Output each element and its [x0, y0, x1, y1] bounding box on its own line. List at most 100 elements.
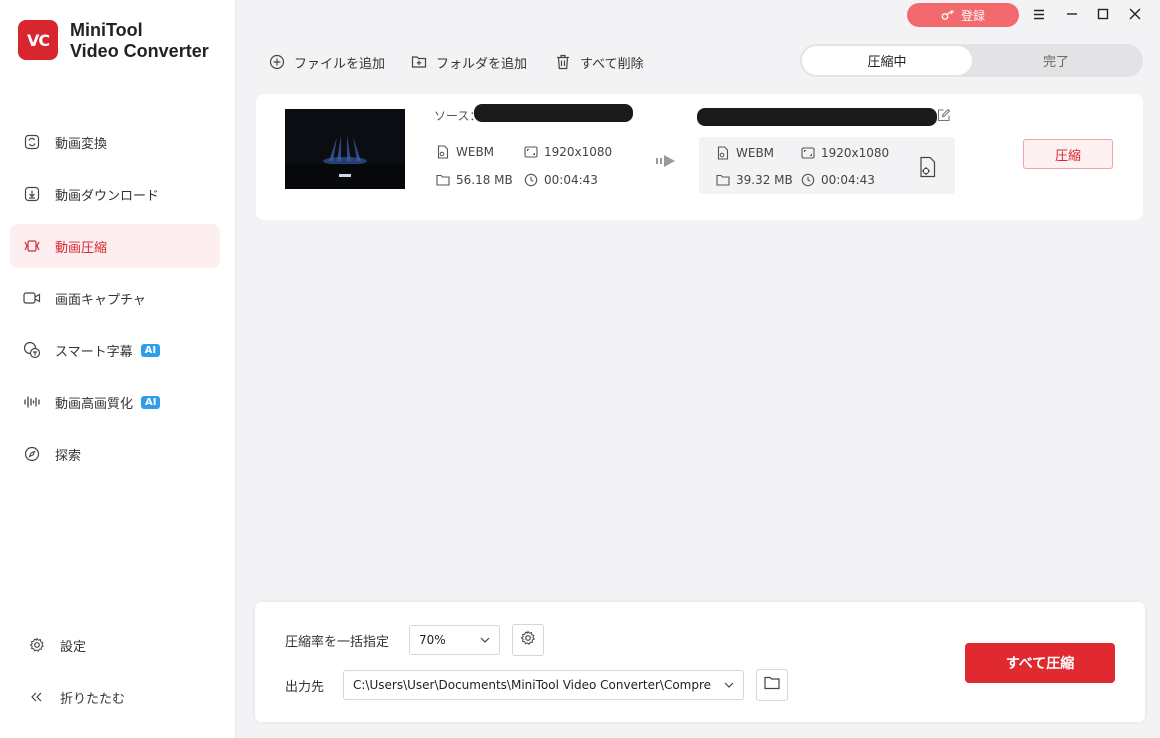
brand-line-1: MiniTool [70, 20, 143, 40]
ratio-settings-button[interactable] [512, 624, 544, 656]
folder-icon [716, 173, 730, 187]
bottom-panel: 圧縮率を一括指定 70% 出力先 C:\Users\User\Documents… [255, 602, 1145, 722]
output-size: 39.32 MB [716, 173, 793, 187]
collapse-button[interactable]: 折りたたむ [10, 677, 220, 717]
edit-icon [937, 108, 951, 126]
sidebar-item-label: 動画圧縮 [55, 240, 108, 256]
settings-button[interactable]: 設定 [10, 625, 220, 665]
format-value: WEBM [736, 146, 775, 160]
ai-badge: AI [141, 395, 161, 409]
folder-icon [436, 173, 450, 187]
size-value: 39.32 MB [736, 173, 793, 187]
compress-label: 圧縮 [1054, 148, 1081, 164]
trash-icon [554, 53, 572, 71]
size-value: 56.18 MB [456, 173, 513, 187]
sidebar-item-explore[interactable]: 探索 [10, 432, 220, 476]
file-format-icon [716, 146, 730, 160]
download-icon [23, 185, 41, 203]
add-folder-button[interactable]: フォルダを追加 [410, 52, 527, 72]
ratio-value: 70% [419, 633, 446, 647]
sidebar-item-label: 探索 [55, 448, 82, 464]
add-file-button[interactable]: ファイルを追加 [268, 52, 385, 72]
resolution-icon [801, 146, 815, 160]
output-resolution: 1920x1080 [801, 146, 889, 160]
sidebar-item-video-enhance[interactable]: 動画高画質化 AI [10, 380, 220, 424]
maximize-icon [1097, 8, 1109, 24]
arrow-right-icon [655, 152, 677, 174]
source-size: 56.18 MB [436, 173, 513, 187]
add-file-label: ファイルを追加 [294, 56, 386, 72]
subtitle-icon [23, 341, 41, 359]
brand-line-2: Video Converter [70, 41, 209, 61]
sidebar-item-video-compress[interactable]: 動画圧縮 [10, 224, 220, 268]
status-tabs: 圧縮中 完了 [800, 44, 1143, 77]
compress-all-button[interactable]: すべて圧縮 [965, 643, 1115, 683]
sidebar-item-screen-capture[interactable]: 画面キャプチャ [10, 276, 220, 320]
output-duration: 00:04:43 [801, 173, 875, 187]
output-label: 出力先 [285, 680, 325, 695]
app-logo: VC [18, 20, 58, 60]
video-thumbnail[interactable] [285, 109, 405, 189]
add-folder-label: フォルダを追加 [436, 56, 528, 72]
delete-all-button[interactable]: すべて削除 [554, 52, 644, 72]
compress-all-label: すべて圧縮 [1005, 656, 1075, 672]
source-resolution: 1920x1080 [524, 145, 612, 159]
folder-plus-icon [410, 53, 428, 71]
edit-filename-button[interactable] [937, 108, 951, 126]
output-path-value: C:\Users\User\Documents\MiniTool Video C… [353, 678, 712, 692]
minimize-icon [1066, 8, 1078, 24]
gear-icon [520, 630, 536, 650]
sidebar-item-video-convert[interactable]: 動画変換 [10, 120, 220, 164]
source-filename-redacted [474, 104, 633, 122]
duration-value: 00:04:43 [821, 173, 875, 187]
maximize-button[interactable] [1093, 6, 1113, 26]
sidebar-item-video-download[interactable]: 動画ダウンロード [10, 172, 220, 216]
duration-value: 00:04:43 [544, 173, 598, 187]
tab-compressing[interactable]: 圧縮中 [802, 46, 972, 75]
logo-text: VC [26, 30, 50, 50]
sidebar-item-label: 動画ダウンロード [55, 188, 160, 204]
minimize-button[interactable] [1062, 6, 1082, 26]
hamburger-icon [1033, 9, 1045, 24]
sidebar-item-label: 画面キャプチャ [55, 292, 146, 308]
sidebar-item-label: 動画高画質化 [55, 396, 134, 412]
output-info-box: WEBM 1920x1080 39.32 MB 00:04:43 [699, 137, 955, 194]
settings-label: 設定 [60, 639, 87, 655]
menu-button[interactable] [1029, 6, 1049, 26]
convert-icon [23, 133, 41, 151]
chevron-down-icon [479, 634, 491, 646]
resolution-value: 1920x1080 [544, 145, 613, 159]
close-button[interactable] [1125, 6, 1145, 26]
sidebar: VC MiniTool Video Converter 動画変換 動画ダウンロー… [0, 0, 236, 738]
delete-all-label: すべて削除 [580, 56, 644, 72]
sidebar-item-label: スマート字幕 [55, 344, 133, 360]
compass-icon [23, 445, 41, 463]
tab-completed[interactable]: 完了 [971, 46, 1141, 75]
key-icon [941, 9, 955, 21]
chevron-down-icon [723, 679, 735, 691]
sidebar-item-smart-subtitle[interactable]: スマート字幕 AI [10, 328, 220, 372]
ai-badge: AI [140, 343, 161, 357]
register-label: 登録 [960, 8, 985, 23]
register-button[interactable]: 登録 [907, 3, 1019, 27]
source-duration: 00:04:43 [524, 173, 598, 187]
tab-label: 圧縮中 [867, 55, 907, 70]
compress-button[interactable]: 圧縮 [1023, 139, 1113, 169]
output-filename-redacted [697, 108, 937, 126]
enhance-icon [23, 393, 41, 411]
ratio-select[interactable]: 70% [409, 625, 500, 655]
output-path-select[interactable]: C:\Users\User\Documents\MiniTool Video C… [343, 670, 744, 700]
app-brand: MiniTool Video Converter [70, 20, 209, 62]
gear-icon [28, 636, 46, 654]
clock-icon [524, 173, 538, 187]
resolution-icon [524, 145, 538, 159]
browse-folder-button[interactable] [756, 669, 788, 701]
source-format: WEBM [436, 145, 494, 159]
sidebar-bottom: 設定 折りたたむ [10, 625, 220, 717]
format-value: WEBM [456, 145, 495, 159]
double-chevron-left-icon [28, 688, 46, 706]
compress-icon [23, 237, 41, 255]
resolution-value: 1920x1080 [821, 146, 890, 160]
output-settings-button[interactable] [918, 156, 938, 182]
file-format-icon [436, 145, 450, 159]
